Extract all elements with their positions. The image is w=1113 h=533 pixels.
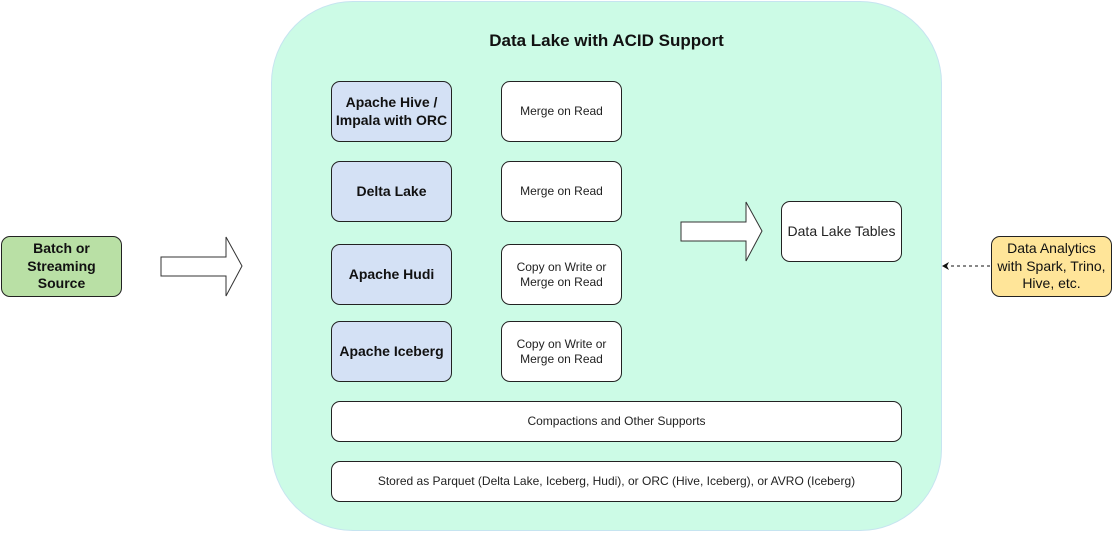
strategy-box-delta: Merge on Read xyxy=(501,161,622,222)
compactions-box: Compactions and Other Supports xyxy=(331,401,902,442)
format-box-hive: Apache Hive / Impala with ORC xyxy=(331,81,452,142)
format-box-delta: Delta Lake xyxy=(331,161,452,222)
data-lake-tables-box: Data Lake Tables xyxy=(781,201,902,262)
analytics-box: Data Analytics with Spark, Trino, Hive, … xyxy=(991,236,1112,297)
ingest-arrow xyxy=(160,236,243,297)
strategy-box-hudi: Copy on Write or Merge on Read xyxy=(501,244,622,305)
tables-arrow xyxy=(680,201,763,262)
strategy-box-hive: Merge on Read xyxy=(501,81,622,142)
storage-formats-box: Stored as Parquet (Delta Lake, Iceberg, … xyxy=(331,461,902,502)
analytics-arrowhead xyxy=(942,262,949,270)
strategy-box-iceberg: Copy on Write or Merge on Read xyxy=(501,321,622,382)
format-box-iceberg: Apache Iceberg xyxy=(331,321,452,382)
format-box-hudi: Apache Hudi xyxy=(331,244,452,305)
